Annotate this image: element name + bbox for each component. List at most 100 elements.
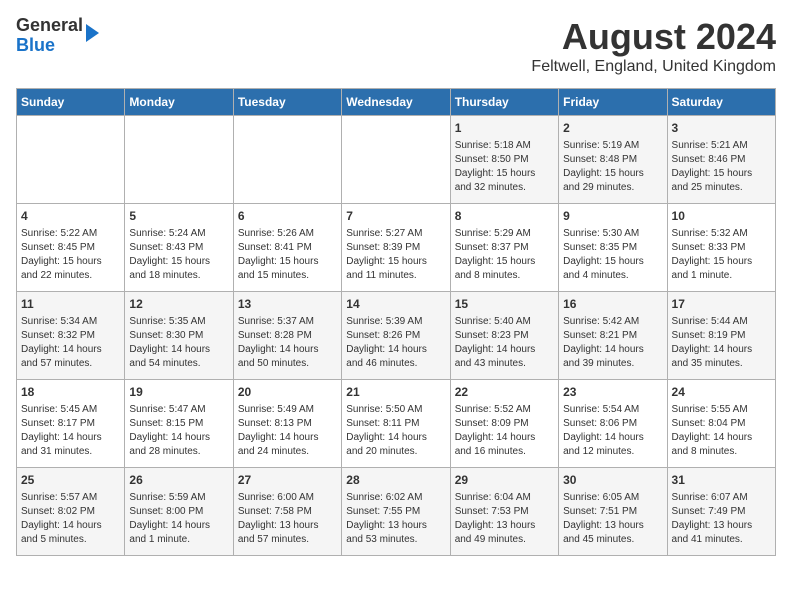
logo-arrow [86, 24, 99, 42]
cell-content-line: Daylight: 15 hours [563, 167, 662, 181]
cell-content-line: Daylight: 15 hours [346, 255, 445, 269]
cell-content-line: Daylight: 14 hours [238, 343, 337, 357]
cell-content-line: and 31 minutes. [21, 445, 120, 459]
page-header: General Blue August 2024 Feltwell, Engla… [16, 16, 776, 76]
cell-content-line: and 43 minutes. [455, 357, 554, 371]
calendar-table: SundayMondayTuesdayWednesdayThursdayFrid… [16, 88, 776, 556]
day-number: 22 [455, 384, 554, 401]
calendar-cell: 4Sunrise: 5:22 AMSunset: 8:45 PMDaylight… [17, 204, 125, 292]
calendar-cell: 19Sunrise: 5:47 AMSunset: 8:15 PMDayligh… [125, 380, 233, 468]
week-row-5: 25Sunrise: 5:57 AMSunset: 8:02 PMDayligh… [17, 468, 776, 556]
cell-content-line: and 24 minutes. [238, 445, 337, 459]
cell-content-line: Daylight: 14 hours [21, 431, 120, 445]
cell-content-line: Sunrise: 6:02 AM [346, 491, 445, 505]
day-number: 9 [563, 208, 662, 225]
cell-content-line: Sunrise: 5:29 AM [455, 227, 554, 241]
calendar-cell: 7 Sunrise: 5:27 AMSunset: 8:39 PMDaylight… [342, 204, 450, 292]
cell-content-line: and 22 minutes. [21, 269, 120, 283]
cell-content-line: Sunset: 7:55 PM [346, 505, 445, 519]
calendar-cell: 27Sunrise: 6:00 AMSunset: 7:58 PMDayligh… [233, 468, 341, 556]
cell-content-line: Daylight: 13 hours [346, 519, 445, 533]
cell-content-line: Daylight: 14 hours [21, 343, 120, 357]
calendar-cell: 18Sunrise: 5:45 AMSunset: 8:17 PMDayligh… [17, 380, 125, 468]
cell-content-line: Sunrise: 5:44 AM [672, 315, 771, 329]
day-number: 8 [455, 208, 554, 225]
cell-content-line: and 25 minutes. [672, 181, 771, 195]
cell-content-line: Sunrise: 5:32 AM [672, 227, 771, 241]
cell-content-line: and 15 minutes. [238, 269, 337, 283]
day-number: 16 [563, 296, 662, 313]
calendar-cell: 2Sunrise: 5:19 AMSunset: 8:48 PMDaylight… [559, 116, 667, 204]
cell-content-line: Daylight: 14 hours [129, 343, 228, 357]
cell-content-line: Sunrise: 5:59 AM [129, 491, 228, 505]
cell-content-line: Sunrise: 5:45 AM [21, 403, 120, 417]
cell-content-line: Sunset: 8:19 PM [672, 329, 771, 343]
cell-content-line: Sunrise: 5:30 AM [563, 227, 662, 241]
day-number: 7 [346, 208, 445, 225]
cell-content-line: Sunset: 8:41 PM [238, 241, 337, 255]
cell-content-line: Daylight: 14 hours [346, 431, 445, 445]
calendar-subtitle: Feltwell, England, United Kingdom [531, 58, 776, 76]
cell-content-line: Sunset: 8:11 PM [346, 417, 445, 431]
day-number: 2 [563, 120, 662, 137]
cell-content-line: Sunset: 8:15 PM [129, 417, 228, 431]
cell-content-line: Sunrise: 5:27 AM [346, 227, 445, 241]
calendar-cell: 22Sunrise: 5:52 AMSunset: 8:09 PMDayligh… [450, 380, 558, 468]
cell-content-line: Daylight: 15 hours [672, 255, 771, 269]
cell-content-line: Sunrise: 5:37 AM [238, 315, 337, 329]
cell-content-line: Sunrise: 5:22 AM [21, 227, 120, 241]
calendar-cell: 6Sunrise: 5:26 AMSunset: 8:41 PMDaylight… [233, 204, 341, 292]
cell-content-line: and 32 minutes. [455, 181, 554, 195]
logo: General Blue [16, 16, 83, 56]
cell-content-line: Daylight: 14 hours [563, 343, 662, 357]
cell-content-line: Sunset: 8:48 PM [563, 153, 662, 167]
cell-content-line: Sunrise: 5:55 AM [672, 403, 771, 417]
calendar-cell: 8Sunrise: 5:29 AMSunset: 8:37 PMDaylight… [450, 204, 558, 292]
cell-content-line: Sunrise: 5:47 AM [129, 403, 228, 417]
calendar-cell: 5Sunrise: 5:24 AMSunset: 8:43 PMDaylight… [125, 204, 233, 292]
column-header-saturday: Saturday [667, 89, 775, 116]
day-number: 19 [129, 384, 228, 401]
cell-content-line: and 18 minutes. [129, 269, 228, 283]
calendar-cell: 20Sunrise: 5:49 AMSunset: 8:13 PMDayligh… [233, 380, 341, 468]
calendar-cell: 24Sunrise: 5:55 AMSunset: 8:04 PMDayligh… [667, 380, 775, 468]
cell-content-line: Daylight: 14 hours [672, 431, 771, 445]
calendar-cell [233, 116, 341, 204]
cell-content-line: Daylight: 15 hours [129, 255, 228, 269]
calendar-cell [342, 116, 450, 204]
cell-content-line: Daylight: 13 hours [238, 519, 337, 533]
cell-content-line: Sunset: 8:13 PM [238, 417, 337, 431]
calendar-cell: 15Sunrise: 5:40 AMSunset: 8:23 PMDayligh… [450, 292, 558, 380]
calendar-cell: 3Sunrise: 5:21 AMSunset: 8:46 PMDaylight… [667, 116, 775, 204]
week-row-1: 1Sunrise: 5:18 AMSunset: 8:50 PMDaylight… [17, 116, 776, 204]
cell-content-line: and 1 minute. [129, 533, 228, 547]
column-header-thursday: Thursday [450, 89, 558, 116]
logo-blue: Blue [16, 35, 55, 55]
cell-content-line: and 50 minutes. [238, 357, 337, 371]
day-number: 23 [563, 384, 662, 401]
cell-content-line: Sunrise: 5:26 AM [238, 227, 337, 241]
cell-content-line: Sunset: 8:06 PM [563, 417, 662, 431]
cell-content-line: Sunset: 8:39 PM [346, 241, 445, 255]
title-block: August 2024 Feltwell, England, United Ki… [531, 16, 776, 76]
cell-content-line: Sunrise: 5:52 AM [455, 403, 554, 417]
calendar-cell: 1Sunrise: 5:18 AMSunset: 8:50 PMDaylight… [450, 116, 558, 204]
cell-content-line: and 45 minutes. [563, 533, 662, 547]
calendar-cell: 12Sunrise: 5:35 AMSunset: 8:30 PMDayligh… [125, 292, 233, 380]
day-number: 1 [455, 120, 554, 137]
calendar-cell [17, 116, 125, 204]
column-header-monday: Monday [125, 89, 233, 116]
cell-content-line: Sunrise: 5:50 AM [346, 403, 445, 417]
cell-content-line: Sunset: 8:32 PM [21, 329, 120, 343]
day-number: 3 [672, 120, 771, 137]
day-number: 15 [455, 296, 554, 313]
cell-content-line: and 35 minutes. [672, 357, 771, 371]
logo-text: General Blue [16, 16, 83, 56]
calendar-cell: 26Sunrise: 5:59 AMSunset: 8:00 PMDayligh… [125, 468, 233, 556]
cell-content-line: and 8 minutes. [455, 269, 554, 283]
calendar-title: August 2024 [531, 16, 776, 58]
day-number: 10 [672, 208, 771, 225]
calendar-cell: 14Sunrise: 5:39 AMSunset: 8:26 PMDayligh… [342, 292, 450, 380]
calendar-cell: 10Sunrise: 5:32 AMSunset: 8:33 PMDayligh… [667, 204, 775, 292]
cell-content-line: Daylight: 13 hours [672, 519, 771, 533]
